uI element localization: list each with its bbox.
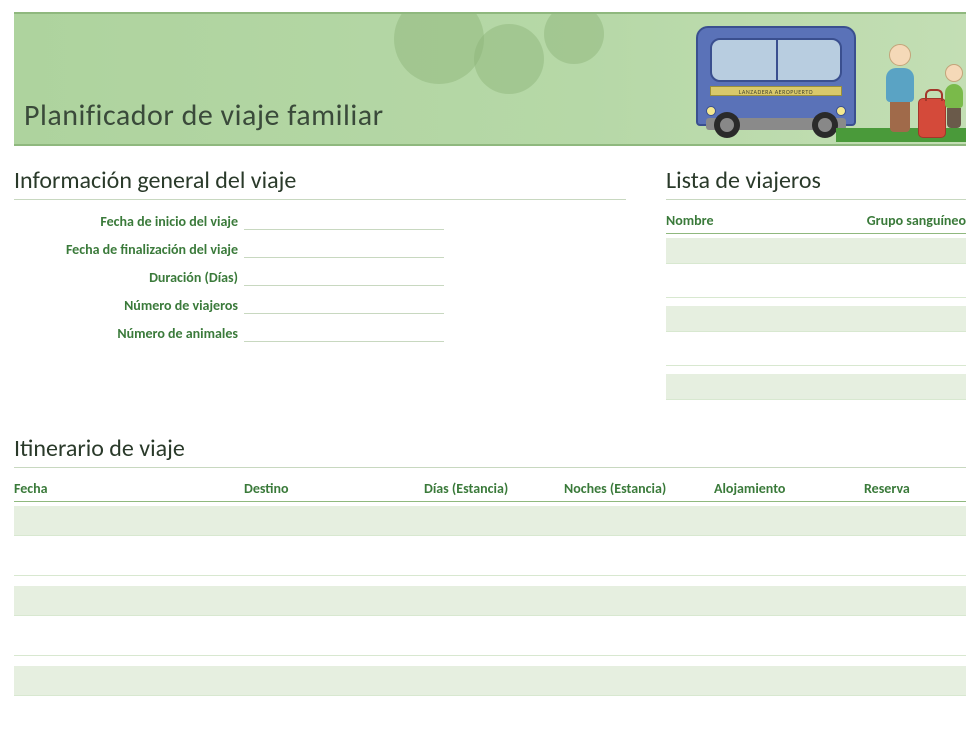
- general-info-section: Información general del viaje Fecha de i…: [14, 166, 626, 408]
- col-header-name: Nombre: [666, 212, 836, 229]
- child-torso: [945, 84, 963, 108]
- field-travelers: Número de viajeros: [14, 296, 626, 314]
- col-header-days: Días (Estancia): [424, 480, 564, 497]
- bus-illustration: LANZADERA AEROPUERTO: [696, 26, 856, 136]
- input-travelers[interactable]: [244, 296, 444, 314]
- traveler-row[interactable]: [666, 238, 966, 264]
- label-travelers: Número de viajeros: [14, 297, 244, 314]
- itinerary-row[interactable]: [14, 506, 966, 536]
- col-header-date: Fecha: [14, 480, 244, 497]
- person-illustration: [880, 44, 920, 144]
- input-end-date[interactable]: [244, 240, 444, 258]
- col-header-lodging: Alojamiento: [714, 480, 864, 497]
- field-duration: Duración (Días): [14, 268, 626, 286]
- itinerary-row[interactable]: [14, 626, 966, 656]
- field-animals: Número de animales: [14, 324, 626, 342]
- traveler-row[interactable]: [666, 306, 966, 332]
- bus-wheel: [714, 112, 740, 138]
- bus-headlight: [706, 106, 716, 116]
- label-animals: Número de animales: [14, 325, 244, 342]
- traveler-row[interactable]: [666, 374, 966, 400]
- child-illustration: [942, 64, 966, 134]
- person-torso: [886, 68, 914, 102]
- decorative-circle: [544, 12, 604, 64]
- col-header-destination: Destino: [244, 480, 424, 497]
- child-head: [945, 64, 963, 82]
- itinerary-table-header: Fecha Destino Días (Estancia) Noches (Es…: [14, 480, 966, 502]
- itinerary-row[interactable]: [14, 666, 966, 696]
- label-duration: Duración (Días): [14, 269, 244, 286]
- decorative-circle: [474, 24, 544, 94]
- input-duration[interactable]: [244, 268, 444, 286]
- bus-wheel: [812, 112, 838, 138]
- decorative-circle: [394, 12, 484, 84]
- bus-window: [710, 38, 842, 82]
- section-title-general: Información general del viaje: [14, 166, 626, 200]
- person-head: [889, 44, 911, 66]
- travelers-table-header: Nombre Grupo sanguíneo: [666, 212, 966, 234]
- itinerary-row[interactable]: [14, 586, 966, 616]
- banner: LANZADERA AEROPUERTO Planificador de via…: [14, 12, 966, 146]
- col-header-booking: Reserva: [864, 480, 966, 497]
- label-end-date: Fecha de finalización del viaje: [14, 241, 244, 258]
- itinerary-row[interactable]: [14, 546, 966, 576]
- document-page: LANZADERA AEROPUERTO Planificador de via…: [0, 0, 980, 718]
- col-header-nights: Noches (Estancia): [564, 480, 714, 497]
- itinerary-section: Itinerario de viaje Fecha Destino Días (…: [14, 434, 966, 696]
- page-title: Planificador de viaje familiar: [24, 97, 384, 134]
- person-legs: [890, 102, 910, 132]
- child-legs: [947, 108, 961, 128]
- bus-sign: LANZADERA AEROPUERTO: [710, 86, 842, 96]
- traveler-row[interactable]: [666, 272, 966, 298]
- col-header-blood: Grupo sanguíneo: [846, 212, 966, 229]
- field-end-date: Fecha de finalización del viaje: [14, 240, 626, 258]
- field-start-date: Fecha de inicio del viaje: [14, 212, 626, 230]
- input-animals[interactable]: [244, 324, 444, 342]
- section-title-travelers: Lista de viajeros: [666, 166, 966, 200]
- label-start-date: Fecha de inicio del viaje: [14, 213, 244, 230]
- traveler-row[interactable]: [666, 340, 966, 366]
- input-start-date[interactable]: [244, 212, 444, 230]
- main-columns: Información general del viaje Fecha de i…: [14, 166, 966, 408]
- travelers-section: Lista de viajeros Nombre Grupo sanguíneo: [666, 166, 966, 408]
- section-title-itinerary: Itinerario de viaje: [14, 434, 966, 468]
- bus-headlight: [836, 106, 846, 116]
